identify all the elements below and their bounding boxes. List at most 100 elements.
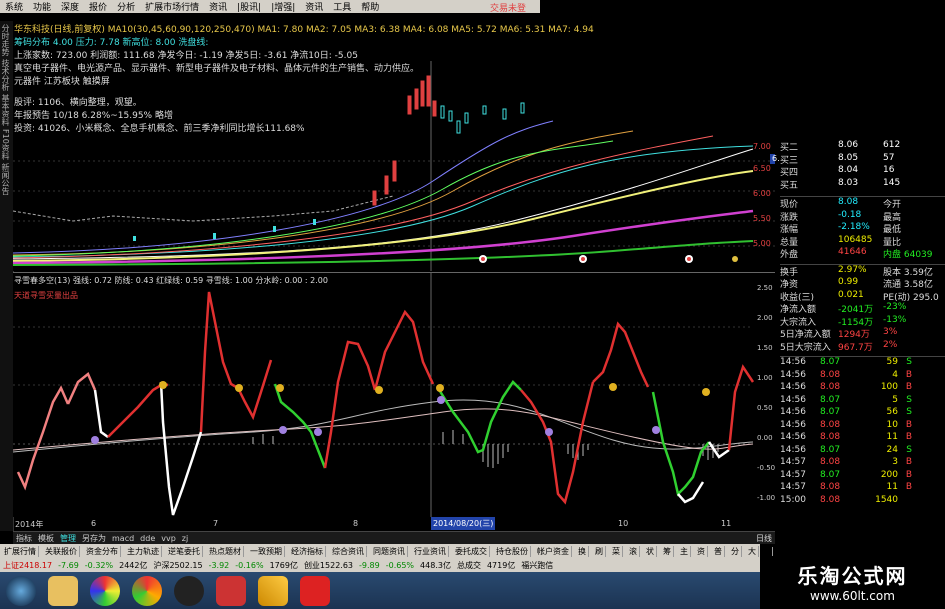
tab-zj[interactable]: zj: [182, 534, 188, 543]
status-bar: 上证2418.17 -7.69 -0.32% 2442亿 沪深2502.15 -…: [0, 558, 760, 572]
tick-price: 8.07: [820, 394, 841, 405]
tick-price: 8.07: [820, 469, 841, 480]
tab-vvp[interactable]: vvp: [161, 534, 176, 543]
tick-list: 14:56 8.07 59 S 14:56 8.08 4 B 14:56 8.08 100 B 14:5…: [780, 357, 945, 507]
tab-template[interactable]: 模板: [38, 533, 54, 544]
folder-icon[interactable]: [48, 575, 78, 606]
tick-row: 14:56 8.08 4 B: [780, 370, 945, 383]
tab-dde[interactable]: dde: [140, 534, 155, 543]
menu-item-tools[interactable]: 工具: [333, 0, 351, 13]
func-button[interactable]: 滚: [627, 545, 640, 557]
func-button[interactable]: 普: [712, 545, 725, 557]
quote-row: 涨跌 -0.18 最高: [780, 209, 902, 223]
func-button[interactable]: 关联报价: [43, 545, 80, 557]
quote-row: 买五 8.03 145: [780, 177, 901, 191]
price-axis-3: 5.50: [753, 214, 771, 223]
func-button[interactable]: 经济指标: [289, 545, 326, 557]
tick-price: 8.08: [820, 482, 841, 492]
tick-volume: 3: [892, 457, 898, 467]
ind-axis-5: 0.00: [757, 434, 773, 442]
tick-volume: 5: [892, 394, 898, 405]
menu-item-extended-market[interactable]: 扩展市场行情: [145, 0, 199, 13]
menu-item-stock-news[interactable]: |股讯|: [237, 0, 261, 13]
func-button[interactable]: 资金分布: [84, 545, 121, 557]
func-button[interactable]: 持仓股份: [494, 545, 531, 557]
tools-icon[interactable]: [258, 575, 288, 606]
tab-manage[interactable]: 管理: [60, 533, 76, 544]
start-button-icon[interactable]: [6, 575, 36, 606]
browser-icon[interactable]: [90, 575, 120, 606]
tab-indicator[interactable]: 指标: [16, 533, 32, 544]
quote-row: 总量 106485 量比: [780, 234, 902, 248]
left-tab-4[interactable]: 新闻公告: [0, 163, 11, 195]
func-button[interactable]: 菜: [610, 545, 623, 557]
func-button[interactable]: 大: [746, 545, 759, 557]
func-button[interactable]: 扩展行情: [2, 545, 39, 557]
func-button[interactable]: 状: [644, 545, 657, 557]
menu-item-depth[interactable]: 深度: [61, 0, 79, 13]
tick-direction: B: [905, 457, 912, 467]
menu-item-analysis[interactable]: 分析: [117, 0, 135, 13]
period-daily[interactable]: 日线: [756, 533, 772, 544]
menu-item-info[interactable]: 资讯: [209, 0, 227, 13]
hs-pct: -0.16%: [235, 560, 264, 570]
left-tab-0[interactable]: 分时走势: [0, 24, 11, 56]
quote-row: 收益(三) 0.021 PE(动) 295.0: [780, 289, 939, 303]
func-button[interactable]: 一致预期: [248, 545, 285, 557]
cy-pct: -0.65%: [385, 560, 415, 570]
date-label-0: 2014年: [15, 520, 44, 529]
broker-label[interactable]: 福兴跑信: [521, 560, 553, 571]
indicator-header: 寻雪春多空(13) 强线: 0.72 防线: 0.43 红绿线: 0.59 寻雪…: [14, 276, 328, 285]
tick-time: 15:00: [780, 494, 806, 505]
tab-macd[interactable]: macd: [112, 534, 134, 543]
left-tab-1[interactable]: 技术分析: [0, 59, 11, 91]
stock-app-icon[interactable]: [300, 575, 330, 606]
price-axis-1: 6.50: [753, 164, 771, 173]
ind-axis-3: 1.00: [757, 374, 773, 382]
tick-time: 14:57: [780, 457, 806, 467]
header-line-1: 筹码分布 4.00 压力: 7.78 新高位: 8.00 洗盘线:: [14, 38, 209, 48]
func-button[interactable]: 主力轨迹: [125, 545, 162, 557]
ind-axis-0: 2.50: [757, 284, 773, 292]
func-button[interactable]: 资: [695, 545, 708, 557]
func-button[interactable]: 筹: [661, 545, 674, 557]
tick-row: 14:56 8.07 56 S: [780, 407, 945, 420]
menu-item-function[interactable]: 功能: [33, 0, 51, 13]
left-tab-3[interactable]: F10资料: [0, 129, 11, 160]
sh-change: -7.69: [58, 560, 79, 570]
tick-row: 14:57 8.07 200 B: [780, 470, 945, 483]
func-button[interactable]: 主: [678, 545, 691, 557]
menu-item-enhanced[interactable]: |增强|: [271, 0, 295, 13]
function-bar: 扩展行情 关联报价 资金分布 主力轨迹 逆笔委托 热点题材 一致预期 经济指标 综合资讯 同题资讯…: [0, 544, 773, 558]
func-button[interactable]: 分: [729, 545, 742, 557]
tick-volume: 4: [892, 369, 898, 380]
tab-save-as[interactable]: 另存为: [82, 533, 106, 544]
func-button[interactable]: 刷: [593, 545, 606, 557]
func-button[interactable]: 热点题材: [207, 545, 244, 557]
func-button[interactable]: 帐户资金: [535, 545, 572, 557]
header-line-5: 股评: 1106、横向整理，观望。: [14, 98, 142, 108]
title-bar: [0, 13, 945, 21]
func-button[interactable]: F: [763, 546, 773, 556]
func-button[interactable]: 综合资讯: [330, 545, 367, 557]
left-tab-2[interactable]: 基本资料: [0, 94, 11, 126]
menu-item-quote[interactable]: 报价: [89, 0, 107, 13]
func-button[interactable]: 行业资讯: [412, 545, 449, 557]
qq-icon[interactable]: [174, 575, 204, 606]
func-button[interactable]: 委托成交: [453, 545, 490, 557]
menu-item-help[interactable]: 帮助: [361, 0, 379, 13]
ind-axis-2: 1.50: [757, 344, 773, 352]
header-line-2: 上涨家数: 723.00 利润额: 111.68 净发今日: -1.19 净发5…: [14, 51, 358, 61]
tick-row: 14:57 8.08 3 B: [780, 457, 945, 470]
fan-icon[interactable]: [132, 575, 162, 606]
func-button[interactable]: 同题资讯: [371, 545, 408, 557]
func-button[interactable]: 逆笔委托: [166, 545, 203, 557]
date-label-6: 11: [721, 519, 732, 528]
func-button[interactable]: 换: [576, 545, 589, 557]
total-amount: 4719亿: [486, 560, 516, 570]
menu-item-info2[interactable]: 资讯: [305, 0, 323, 13]
menu-item-system[interactable]: 系统: [5, 0, 23, 13]
indicator-chart[interactable]: 2.50 2.00 1.50 1.00 0.50 0.00 -0.50 -1.0…: [13, 272, 775, 517]
watermark-title: 乐淘公式网: [797, 564, 908, 588]
app-icon[interactable]: [216, 575, 246, 606]
